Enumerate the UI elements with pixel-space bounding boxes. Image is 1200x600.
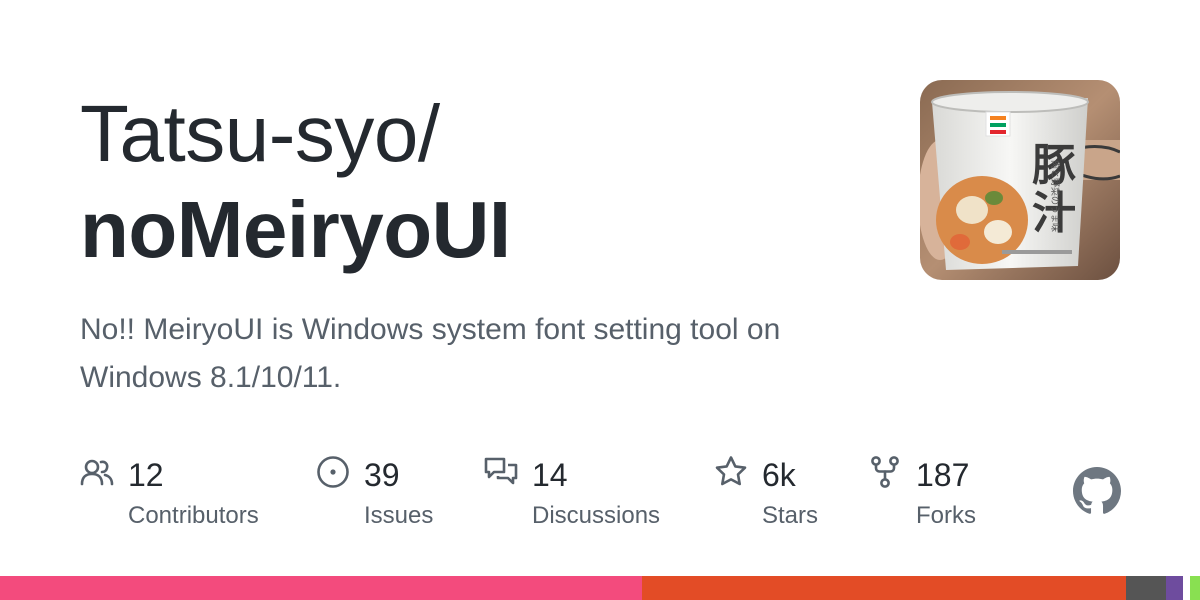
svg-text:肉と野菜のうま味: 肉と野菜のうま味 bbox=[1049, 160, 1061, 232]
github-logo-icon[interactable] bbox=[1073, 467, 1121, 515]
repo-name[interactable]: noMeiryoUI bbox=[80, 182, 511, 278]
comment-discussion-icon bbox=[484, 455, 518, 489]
language-segment-3 bbox=[1126, 576, 1166, 600]
language-segment-1 bbox=[0, 576, 642, 600]
forks-count: 187 bbox=[916, 457, 970, 493]
issues-label: Issues bbox=[364, 502, 434, 529]
language-segment-2 bbox=[642, 576, 1126, 600]
repo-description: No!! MeiryoUI is Windows system font set… bbox=[80, 313, 781, 394]
language-segment-4 bbox=[1166, 576, 1183, 600]
owner-avatar: 豚 汁 肉と野菜のうま味 bbox=[920, 80, 1120, 280]
star-icon bbox=[714, 455, 748, 489]
repo-owner[interactable]: Tatsu-syo/ bbox=[80, 86, 440, 182]
contributors-label: Contributors bbox=[128, 502, 259, 529]
language-segment-5 bbox=[1183, 576, 1190, 600]
stars-count: 6k bbox=[762, 457, 796, 493]
language-bar bbox=[0, 576, 1200, 600]
language-segment-6 bbox=[1190, 576, 1200, 600]
discussions-count: 14 bbox=[532, 457, 568, 493]
repo-forked-icon bbox=[868, 455, 902, 489]
issue-opened-icon bbox=[316, 455, 350, 489]
issues-count: 39 bbox=[364, 457, 400, 493]
contributors-count: 12 bbox=[128, 457, 164, 493]
discussions-label: Discussions bbox=[532, 502, 661, 529]
stars-label: Stars bbox=[762, 502, 819, 529]
people-icon bbox=[80, 455, 114, 489]
forks-label: Forks bbox=[916, 502, 976, 529]
